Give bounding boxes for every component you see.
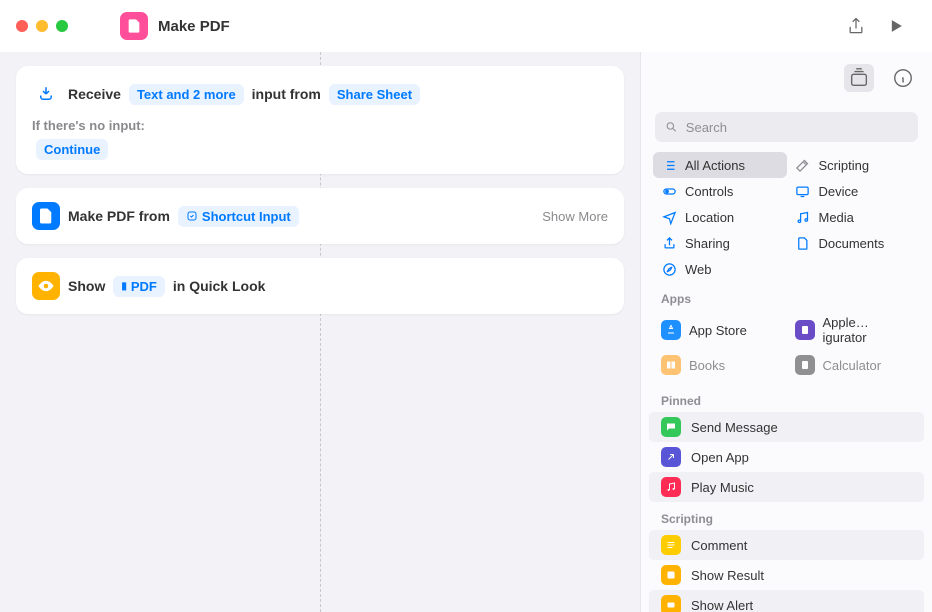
document-icon xyxy=(32,202,60,230)
show-more-button[interactable]: Show More xyxy=(542,209,608,224)
category-label: Device xyxy=(819,184,859,199)
safari-icon xyxy=(661,261,677,277)
category-label: Web xyxy=(685,262,712,277)
eye-icon xyxy=(32,272,60,300)
search-icon xyxy=(665,120,678,134)
app-app-store[interactable]: App Store xyxy=(653,310,787,350)
fullscreen-window-button[interactable] xyxy=(56,20,68,32)
show-prefix: Show xyxy=(68,278,105,294)
note-icon xyxy=(795,209,811,225)
search-input[interactable] xyxy=(686,120,908,135)
list-icon xyxy=(661,157,677,173)
app-books[interactable]: Books xyxy=(653,350,787,380)
category-label: Media xyxy=(819,210,854,225)
pinned-open-app[interactable]: Open App xyxy=(641,442,932,472)
receive-mid: input from xyxy=(252,86,321,102)
scripting-label: Comment xyxy=(691,538,747,553)
receive-types-token[interactable]: Text and 2 more xyxy=(129,84,244,105)
category-media[interactable]: Media xyxy=(787,204,921,230)
make-pdf-input-label: Shortcut Input xyxy=(202,209,291,224)
library-tab-button[interactable] xyxy=(844,64,874,92)
wand-icon xyxy=(795,157,811,173)
calculator-icon xyxy=(795,355,815,375)
show-pdf-token[interactable]: ▮ PDF xyxy=(113,276,165,297)
message-icon xyxy=(661,417,681,437)
workflow-editor: Receive Text and 2 more input from Share… xyxy=(0,52,640,612)
category-location[interactable]: Location xyxy=(653,204,787,230)
pinned-section-label: Pinned xyxy=(641,384,932,412)
pinned-label: Play Music xyxy=(691,480,754,495)
open-app-icon xyxy=(661,447,681,467)
category-label: All Actions xyxy=(685,158,745,173)
category-label: Documents xyxy=(819,236,885,251)
scripting-section-label: Scripting xyxy=(641,502,932,530)
app-label: Apple…igurator xyxy=(823,315,913,345)
category-label: Sharing xyxy=(685,236,730,251)
category-label: Scripting xyxy=(819,158,870,173)
nav-icon xyxy=(661,209,677,225)
category-label: Controls xyxy=(685,184,733,199)
category-web[interactable]: Web xyxy=(653,256,787,282)
show-quicklook-action-card[interactable]: Show ▮ PDF in Quick Look xyxy=(16,258,624,314)
toggle-icon xyxy=(661,183,677,199)
search-field[interactable] xyxy=(655,112,918,142)
make-pdf-prefix: Make PDF from xyxy=(68,208,170,224)
content-area: Receive Text and 2 more input from Share… xyxy=(0,52,932,612)
titlebar: Make PDF xyxy=(0,0,932,52)
category-scripting[interactable]: Scripting xyxy=(787,152,921,178)
app-label: App Store xyxy=(689,323,747,338)
make-pdf-input-token[interactable]: Shortcut Input xyxy=(178,206,299,227)
scripting-show-alert[interactable]: Show Alert xyxy=(649,590,924,612)
category-controls[interactable]: Controls xyxy=(653,178,787,204)
window-title: Make PDF xyxy=(158,18,230,35)
actions-sidebar: All Actions Scripting Controls Device Lo… xyxy=(640,0,932,612)
info-tab-button[interactable] xyxy=(892,67,914,89)
minimize-window-button[interactable] xyxy=(36,20,48,32)
close-window-button[interactable] xyxy=(16,20,28,32)
scripting-label: Show Alert xyxy=(691,598,753,612)
category-label: Location xyxy=(685,210,734,225)
app-label: Calculator xyxy=(823,358,882,373)
share-icon xyxy=(661,235,677,251)
app-store-icon xyxy=(661,320,681,340)
make-pdf-action-card[interactable]: Make PDF from Shortcut Input Show More xyxy=(16,188,624,244)
category-grid: All Actions Scripting Controls Device Lo… xyxy=(641,152,932,282)
pinned-play-music[interactable]: Play Music xyxy=(649,472,924,502)
no-input-action-token[interactable]: Continue xyxy=(36,139,108,160)
comment-icon xyxy=(661,535,681,555)
display-icon xyxy=(795,183,811,199)
pinned-label: Open App xyxy=(691,450,749,465)
category-device[interactable]: Device xyxy=(787,178,921,204)
share-button[interactable] xyxy=(846,16,866,36)
doc-mini-icon: ▮ xyxy=(121,281,127,292)
receive-action-card[interactable]: Receive Text and 2 more input from Share… xyxy=(16,66,624,174)
app-configurator[interactable]: Apple…igurator xyxy=(787,310,921,350)
scripting-label: Show Result xyxy=(691,568,764,583)
scripting-comment[interactable]: Comment xyxy=(649,530,924,560)
app-calculator[interactable]: Calculator xyxy=(787,350,921,380)
run-button[interactable] xyxy=(886,16,906,36)
pinned-send-message[interactable]: Send Message xyxy=(649,412,924,442)
apps-section-label: Apps xyxy=(641,282,932,310)
scripting-show-result[interactable]: Show Result xyxy=(641,560,932,590)
category-sharing[interactable]: Sharing xyxy=(653,230,787,256)
doc-icon xyxy=(795,235,811,251)
receive-icon xyxy=(32,80,60,108)
show-pdf-label: PDF xyxy=(131,279,157,294)
receive-source-token[interactable]: Share Sheet xyxy=(329,84,420,105)
show-suffix: in Quick Look xyxy=(173,278,266,294)
result-icon xyxy=(661,565,681,585)
music-icon xyxy=(661,477,681,497)
shortcut-icon xyxy=(120,12,148,40)
category-documents[interactable]: Documents xyxy=(787,230,921,256)
category-all-actions[interactable]: All Actions xyxy=(653,152,787,178)
pinned-label: Send Message xyxy=(691,420,778,435)
window-controls xyxy=(16,20,68,32)
configurator-icon xyxy=(795,320,815,340)
no-input-label: If there's no input: xyxy=(32,118,608,133)
app-label: Books xyxy=(689,358,725,373)
alert-icon xyxy=(661,595,681,612)
receive-prefix: Receive xyxy=(68,86,121,102)
books-icon xyxy=(661,355,681,375)
